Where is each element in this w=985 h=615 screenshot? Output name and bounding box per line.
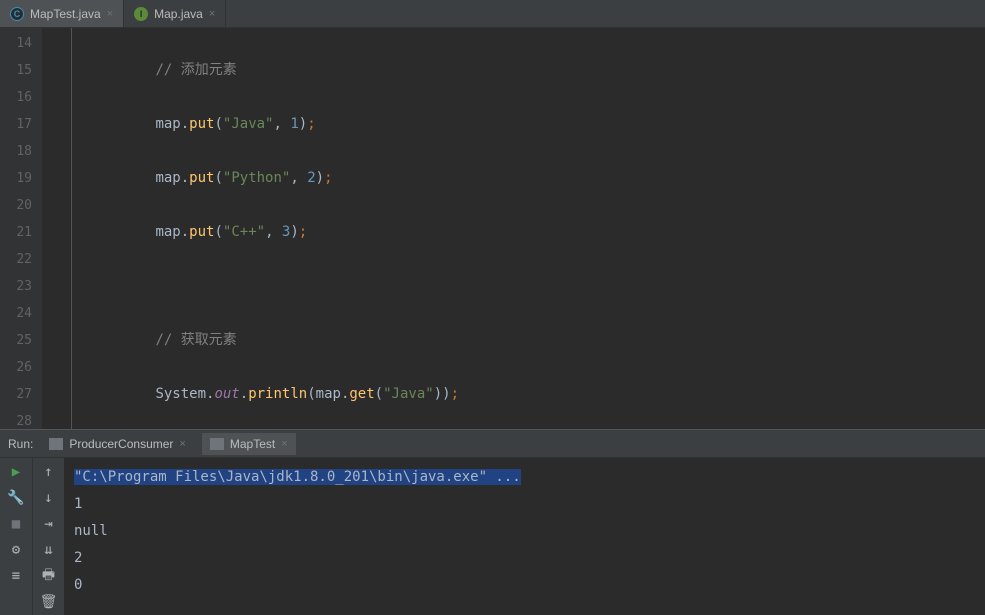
up-icon[interactable]: ↑ <box>39 462 59 482</box>
tab-maptest[interactable]: C MapTest.java × <box>0 0 124 27</box>
layout-icon[interactable]: ≡ <box>6 566 26 586</box>
run-tab-label: MapTest <box>230 437 275 451</box>
editor-tabs: C MapTest.java × I Map.java × <box>0 0 985 28</box>
code-area[interactable]: // 添加元素 map.put("Java", 1); map.put("Pyt… <box>72 28 985 429</box>
run-body: ▶ 🔧 ■ ⚙ ≡ ↑ ↓ ⇥ ⇊ 🖶 🗑 "C:\Program Files\… <box>0 458 985 615</box>
gear-icon[interactable]: ⚙ <box>6 540 26 560</box>
close-icon[interactable]: × <box>107 8 113 20</box>
code-comment: // 获取元素 <box>155 332 236 348</box>
run-tool-window: Run: ProducerConsumer × MapTest × ▶ 🔧 ■ … <box>0 429 985 615</box>
run-tab-label: ProducerConsumer <box>69 437 173 451</box>
rerun-icon[interactable]: ▶ <box>6 462 26 482</box>
run-config-icon <box>49 438 63 450</box>
run-toolbar-right: ↑ ↓ ⇥ ⇊ 🖶 🗑 <box>32 458 64 615</box>
fold-strip <box>42 28 72 429</box>
trash-icon[interactable]: 🗑 <box>39 592 59 612</box>
run-label: Run: <box>8 437 33 451</box>
class-icon: C <box>10 7 24 21</box>
console-line: 2 <box>74 545 975 572</box>
run-header: Run: ProducerConsumer × MapTest × <box>0 430 985 458</box>
interface-icon: I <box>134 7 148 21</box>
run-toolbar-left: ▶ 🔧 ■ ⚙ ≡ <box>0 458 32 615</box>
wrench-icon[interactable]: 🔧 <box>6 488 26 508</box>
print-icon[interactable]: 🖶 <box>39 566 59 586</box>
line-gutter: 141516171819202122232425262728 <box>0 28 42 429</box>
close-icon[interactable]: × <box>209 8 215 20</box>
console-line: 0 <box>74 572 975 599</box>
close-icon[interactable]: × <box>281 438 287 450</box>
soft-wrap-icon[interactable]: ⇥ <box>39 514 59 534</box>
console-command: "C:\Program Files\Java\jdk1.8.0_201\bin\… <box>74 469 521 485</box>
run-config-icon <box>210 438 224 450</box>
stop-icon[interactable]: ■ <box>6 514 26 534</box>
run-tab-maptest[interactable]: MapTest × <box>202 433 296 455</box>
scroll-end-icon[interactable]: ⇊ <box>39 540 59 560</box>
console-line: 1 <box>74 491 975 518</box>
console-output[interactable]: "C:\Program Files\Java\jdk1.8.0_201\bin\… <box>64 458 985 615</box>
code-editor[interactable]: 141516171819202122232425262728 // 添加元素 m… <box>0 28 985 429</box>
run-tab-producerconsumer[interactable]: ProducerConsumer × <box>41 433 193 455</box>
tab-label: MapTest.java <box>30 7 101 21</box>
tab-label: Map.java <box>154 7 203 21</box>
console-line: null <box>74 518 975 545</box>
code-comment: // 添加元素 <box>155 62 236 78</box>
down-icon[interactable]: ↓ <box>39 488 59 508</box>
tab-map[interactable]: I Map.java × <box>124 0 226 27</box>
close-icon[interactable]: × <box>179 438 185 450</box>
